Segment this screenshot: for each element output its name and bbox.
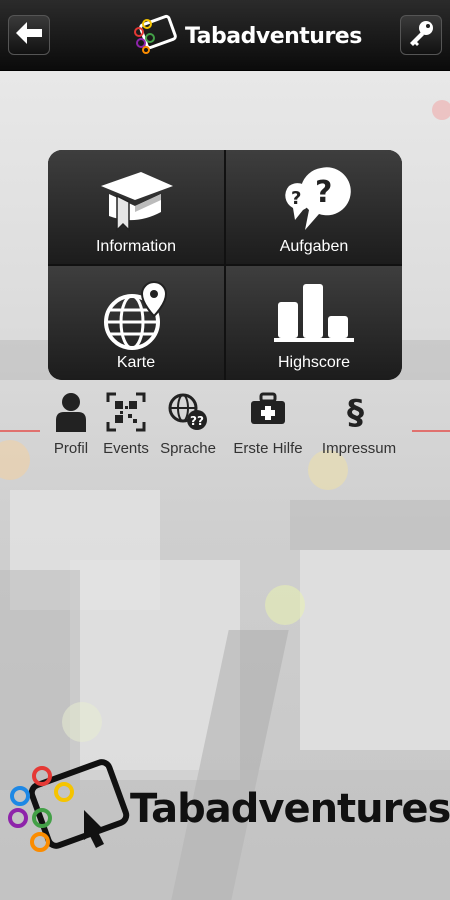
link-impressum-label: Impressum [321,440,397,457]
tile-highscore[interactable]: Highscore [226,266,402,380]
svg-text:??: ?? [190,414,204,428]
link-sprache[interactable]: ?? Sprache [156,392,220,457]
accent-line-right [412,430,450,432]
secondary-links: Profil Events ?? Sprache Erste Hilfe § I… [48,392,404,462]
paragraph-icon: § [314,392,404,433]
footer-brand-text: Tabadventures [130,786,450,832]
logo-icon [133,14,179,59]
tile-aufgaben[interactable]: ? ? Aufgaben [226,150,402,264]
link-sprache-label: Sprache [160,440,216,457]
key-icon [406,18,436,53]
link-impressum[interactable]: § Impressum [314,392,404,457]
qr-code-icon [98,392,154,432]
tile-highscore-label: Highscore [277,354,351,371]
back-arrow-icon [14,20,44,51]
globe-language-icon: ?? [156,392,220,432]
svg-text:?: ? [315,175,332,210]
app-title: Tabadventures [185,23,362,49]
accent-line-left [0,430,40,432]
link-erste-hilfe[interactable]: Erste Hilfe [228,392,308,457]
link-events[interactable]: Events [98,392,154,457]
svg-text:§: § [347,393,364,432]
top-app-bar: Tabadventures [0,0,450,71]
link-profil[interactable]: Profil [48,392,94,457]
svg-text:?: ? [291,188,301,209]
first-aid-kit-icon [228,392,308,432]
link-profil-label: Profil [53,440,89,457]
main-menu-grid: Information ? ? Aufgaben Karte Highscore [48,150,402,380]
link-events-label: Events [103,440,149,457]
book-icon [95,164,177,239]
link-erste-hilfe-label: Erste Hilfe [233,440,303,457]
person-icon [48,392,94,432]
bar-chart-icon [274,280,354,347]
tile-information[interactable]: Information [48,150,224,264]
tile-karte[interactable]: Karte [48,266,224,380]
tile-information-label: Information [95,238,177,255]
back-button[interactable] [8,15,50,55]
question-bubble-icon: ? ? [273,164,355,241]
app-logo: Tabadventures [133,14,362,59]
login-button[interactable] [400,15,442,55]
globe-pin-icon [100,280,172,357]
